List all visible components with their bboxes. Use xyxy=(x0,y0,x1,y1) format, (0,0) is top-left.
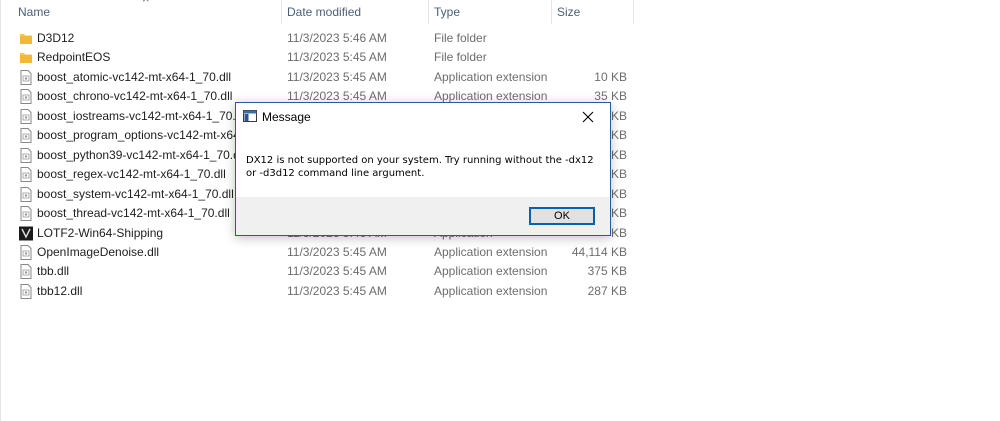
dll-file-icon xyxy=(20,147,32,163)
file-size: 10 KB xyxy=(594,69,627,84)
file-date: 11/3/2023 5:45 AM xyxy=(287,283,387,298)
dialog-title-bar[interactable]: Message xyxy=(236,103,610,131)
file-date: 11/3/2023 5:45 AM xyxy=(287,69,387,84)
column-header-date[interactable]: Date modified xyxy=(287,0,361,24)
file-name: boost_regex-vc142-mt-x64-1_70.dll xyxy=(37,167,226,182)
file-name: RedpointEOS xyxy=(37,50,111,65)
dll-file-icon xyxy=(20,264,32,280)
dialog-body: DX12 is not supported on your system. Tr… xyxy=(236,131,610,197)
file-name: OpenImageDenoise.dll xyxy=(37,244,160,259)
file-name: boost_system-vc142-mt-x64-1_70.dll xyxy=(37,186,234,201)
dll-file-icon xyxy=(20,186,32,202)
dll-file-icon xyxy=(20,167,32,183)
partial-close-icon: × xyxy=(142,0,150,6)
dll-file-icon xyxy=(20,69,32,85)
file-type: File folder xyxy=(434,31,487,45)
folder-icon xyxy=(20,53,32,64)
file-row[interactable]: tbb.dll 11/3/2023 5:45 AM Application exte… xyxy=(0,262,640,281)
column-header-name[interactable]: Name xyxy=(18,0,50,24)
ok-button[interactable]: OK xyxy=(529,207,595,225)
file-row[interactable]: boost_atomic-vc142-mt-x64-1_70.dll 11/3/2… xyxy=(0,68,640,87)
dll-file-icon xyxy=(20,89,32,105)
file-date: 11/3/2023 5:46 AM xyxy=(287,31,387,45)
file-name: boost_chrono-vc142-mt-x64-1_70.dll xyxy=(37,89,233,104)
dll-file-icon xyxy=(20,108,32,124)
file-size: 287 KB xyxy=(587,283,627,298)
file-date: 11/3/2023 5:45 AM xyxy=(287,50,387,65)
window-icon xyxy=(243,110,257,122)
file-row[interactable]: tbb12.dll 11/3/2023 5:45 AM Application ex… xyxy=(0,282,640,301)
dialog-close-button[interactable] xyxy=(566,103,610,131)
file-name: boost_atomic-vc142-mt-x64-1_70.dll xyxy=(37,69,232,84)
file-row[interactable]: D3D12 11/3/2023 5:46 AM File folder xyxy=(0,29,640,48)
file-date: 11/3/2023 5:45 AM xyxy=(287,244,387,259)
file-name: boost_thread-vc142-mt-x64-1_70.dll xyxy=(37,206,230,221)
close-icon xyxy=(582,111,594,123)
file-date: 11/3/2023 5:45 AM xyxy=(287,264,387,279)
file-size: 375 KB xyxy=(587,264,627,279)
column-divider[interactable] xyxy=(551,0,552,24)
game-exe-icon xyxy=(19,226,33,240)
file-row[interactable]: OpenImageDenoise.dll 11/3/2023 5:45 AM App… xyxy=(0,243,640,262)
dll-file-icon xyxy=(20,244,32,260)
column-header-type[interactable]: Type xyxy=(434,0,460,24)
dll-file-icon xyxy=(20,128,32,144)
file-type: File folder xyxy=(434,50,487,65)
dll-file-icon xyxy=(20,283,32,299)
column-divider[interactable] xyxy=(281,0,282,24)
file-name: LOTF2-Win64-Shipping xyxy=(37,225,164,240)
column-divider[interactable] xyxy=(428,0,429,24)
file-row[interactable]: RedpointEOS 11/3/2023 5:45 AM File folder xyxy=(0,48,640,67)
dialog-footer: OK xyxy=(236,197,610,235)
file-name: boost_iostreams-vc142-mt-x64-1_70.dll xyxy=(37,108,248,123)
file-name: boost_python39-vc142-mt-x64-1_70.dll xyxy=(37,147,246,162)
file-name: boost_program_options-vc142-mt-x64-1 xyxy=(37,128,251,143)
dll-file-icon xyxy=(20,206,32,222)
file-name: D3D12 xyxy=(37,31,75,45)
file-size: 44,114 KB xyxy=(571,244,627,259)
folder-icon xyxy=(20,34,32,44)
message-dialog: Message DX12 is not supported on your sy… xyxy=(235,102,611,236)
dialog-message: DX12 is not supported on your system. Tr… xyxy=(246,155,594,179)
dialog-title: Message xyxy=(262,110,311,124)
column-header-size[interactable]: Size xyxy=(557,0,580,24)
file-name: tbb12.dll xyxy=(37,283,83,298)
column-divider[interactable] xyxy=(633,0,634,24)
file-name: tbb.dll xyxy=(37,264,70,279)
